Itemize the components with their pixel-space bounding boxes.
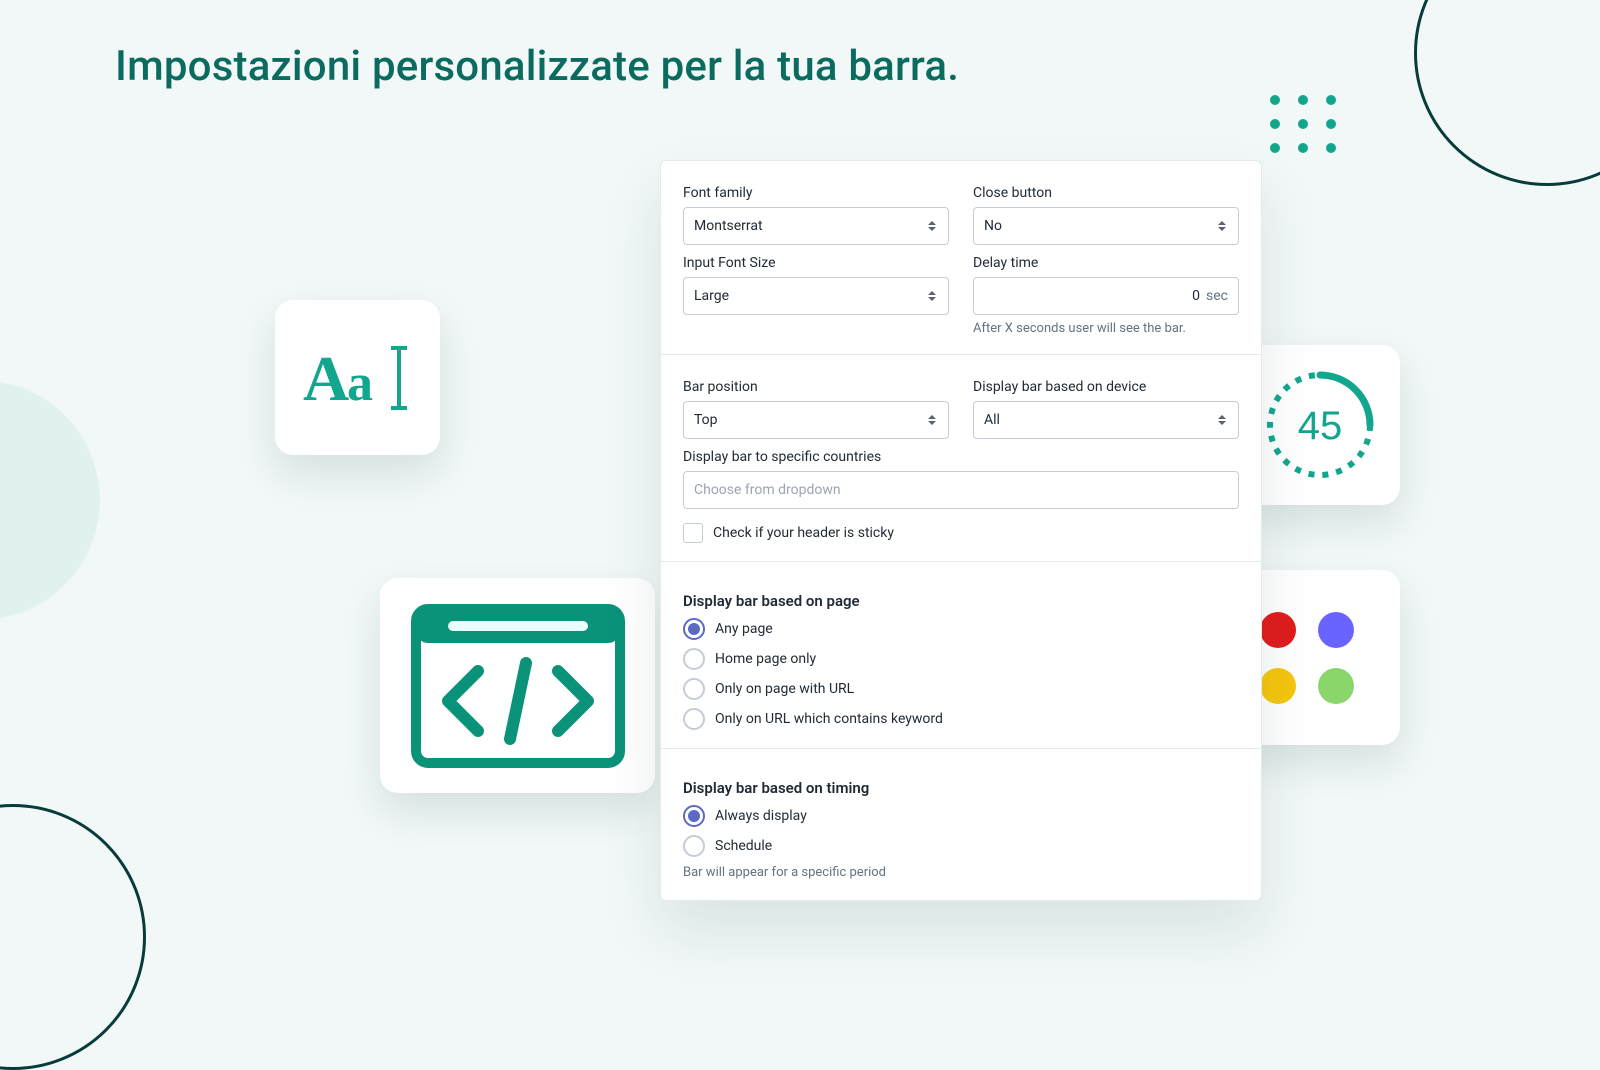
feature-card-timer: 45	[1240, 345, 1400, 505]
select-bar-position-value: Top	[694, 412, 718, 428]
radio-timing-schedule[interactable]: Schedule	[683, 835, 1239, 857]
decor-arc-top-right	[1414, 0, 1600, 186]
radio-page-keyword-label: Only on URL which contains keyword	[715, 711, 943, 727]
select-font-family[interactable]: Montserrat	[683, 207, 949, 245]
swatch-green	[1318, 668, 1354, 704]
svg-text:A: A	[303, 343, 349, 414]
timer-value: 45	[1298, 404, 1343, 448]
label-input-font-size: Input Font Size	[683, 255, 949, 271]
select-display-device-value: All	[984, 412, 1000, 428]
radio-page-home-label: Home page only	[715, 651, 816, 667]
label-bar-position: Bar position	[683, 379, 949, 395]
decor-dot-grid	[1270, 95, 1340, 153]
checkbox-sticky-header[interactable]: Check if your header is sticky	[683, 523, 1239, 543]
radio-timing-always-label: Always display	[715, 808, 807, 824]
radio-icon	[683, 618, 705, 640]
select-input-font-size[interactable]: Large	[683, 277, 949, 315]
chevron-updown-icon	[926, 288, 938, 304]
section-title-timing: Display bar based on timing	[683, 779, 1239, 797]
radio-timing-always[interactable]: Always display	[683, 805, 1239, 827]
radio-page-any[interactable]: Any page	[683, 618, 1239, 640]
radio-icon	[683, 835, 705, 857]
svg-text:a: a	[347, 355, 373, 412]
radio-icon	[683, 805, 705, 827]
page-title: Impostazioni personalizzate per la tua b…	[115, 42, 959, 91]
timing-help-cutoff: Bar will appear for a specific period	[683, 865, 1239, 880]
input-delay-time-value: 0	[1192, 288, 1200, 304]
radio-icon	[683, 708, 705, 730]
label-delay-time: Delay time	[973, 255, 1239, 271]
chevron-updown-icon	[926, 218, 938, 234]
chevron-updown-icon	[1216, 218, 1228, 234]
radio-timing-schedule-label: Schedule	[715, 838, 772, 854]
input-delay-time[interactable]: 0 sec	[973, 277, 1239, 315]
checkbox-icon	[683, 523, 703, 543]
help-delay-time: After X seconds user will see the bar.	[973, 321, 1239, 336]
chevron-updown-icon	[1216, 412, 1228, 428]
decor-arc-bottom-left	[0, 804, 146, 1070]
label-close-button: Close button	[973, 185, 1239, 201]
select-font-family-value: Montserrat	[694, 218, 763, 234]
radio-page-home[interactable]: Home page only	[683, 648, 1239, 670]
swatch-red	[1260, 612, 1296, 648]
checkbox-sticky-header-label: Check if your header is sticky	[713, 525, 894, 541]
chevron-updown-icon	[926, 412, 938, 428]
decor-soft-circle-left	[0, 360, 120, 640]
code-window-icon	[408, 601, 628, 771]
swatch-yellow	[1260, 668, 1296, 704]
label-display-device: Display bar based on device	[973, 379, 1239, 395]
feature-card-code	[380, 578, 655, 793]
select-countries[interactable]: Choose from dropdown	[683, 471, 1239, 509]
radio-page-url-label: Only on page with URL	[715, 681, 854, 697]
select-input-font-size-value: Large	[694, 288, 729, 304]
radio-page-url[interactable]: Only on page with URL	[683, 678, 1239, 700]
timer-icon: 45	[1260, 365, 1380, 485]
select-countries-placeholder: Choose from dropdown	[694, 482, 841, 498]
swatch-violet	[1318, 612, 1354, 648]
radio-icon	[683, 648, 705, 670]
radio-page-any-label: Any page	[715, 621, 773, 637]
select-close-button-value: No	[984, 218, 1002, 234]
select-bar-position[interactable]: Top	[683, 401, 949, 439]
select-display-device[interactable]: All	[973, 401, 1239, 439]
radio-icon	[683, 678, 705, 700]
section-title-page: Display bar based on page	[683, 592, 1239, 610]
label-countries: Display bar to specific countries	[683, 449, 1239, 465]
select-close-button[interactable]: No	[973, 207, 1239, 245]
settings-panel: Font family Montserrat Close button No I…	[660, 160, 1262, 901]
typography-icon: A a	[303, 338, 413, 418]
label-font-family: Font family	[683, 185, 949, 201]
feature-card-typography: A a	[275, 300, 440, 455]
radio-page-keyword[interactable]: Only on URL which contains keyword	[683, 708, 1239, 730]
input-delay-time-suffix: sec	[1206, 288, 1228, 304]
